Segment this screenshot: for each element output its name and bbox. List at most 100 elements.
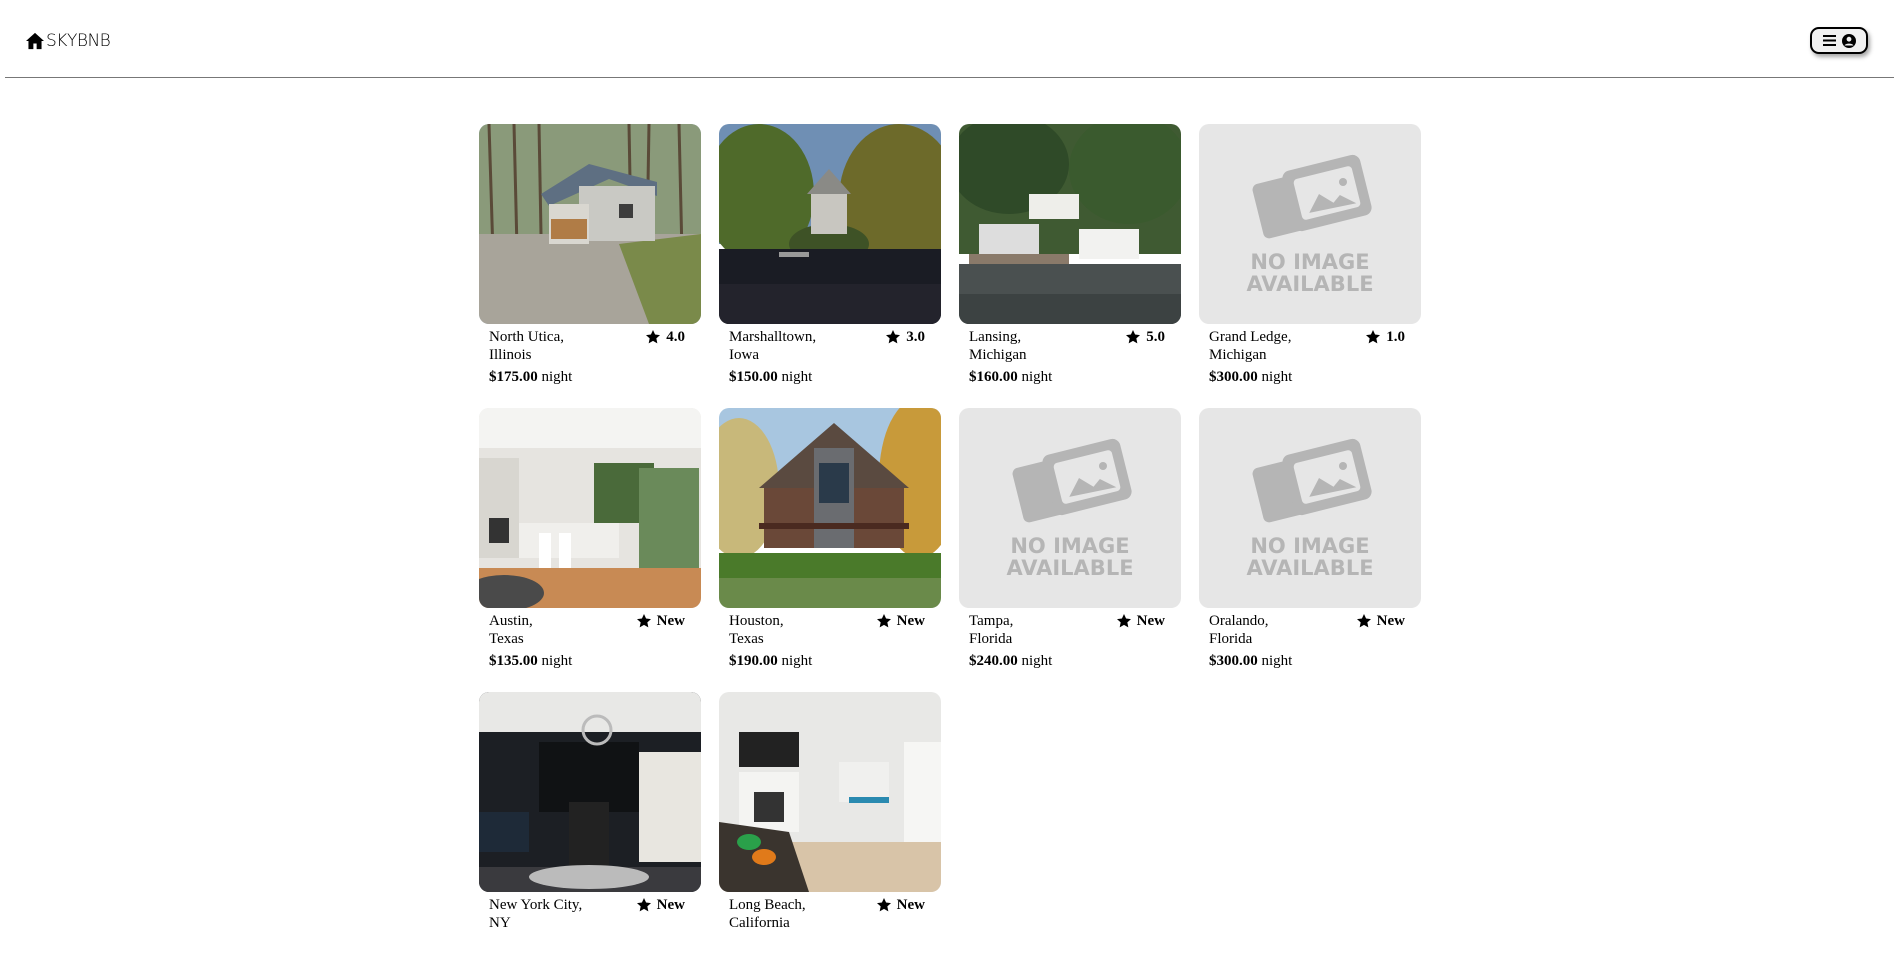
listing-city: Oralando, (1209, 613, 1269, 629)
listing-rating: New (1356, 612, 1405, 630)
listing-image[interactable]: NO IMAGE AVAILABLE (1199, 408, 1421, 608)
listing-city: Houston, (729, 613, 784, 629)
listing-image[interactable] (479, 124, 701, 324)
listing-state: Texas (489, 631, 524, 647)
logo-text: SKYBNB (46, 31, 111, 51)
placeholder-line-2: AVAILABLE (1006, 556, 1133, 580)
listing-rating: New (636, 612, 685, 630)
listing-card[interactable]: New York City, NY New (479, 692, 701, 976)
placeholder-line-2: AVAILABLE (1246, 272, 1373, 296)
profile-menu-button[interactable] (1810, 27, 1868, 54)
listing-state: Florida (969, 631, 1013, 647)
star-icon (645, 329, 661, 345)
listing-image[interactable] (719, 692, 941, 892)
listing-state: Iowa (729, 347, 759, 363)
placeholder-line-1: NO IMAGE (1250, 534, 1369, 558)
listing-image[interactable] (479, 692, 701, 892)
listing-rating: New (876, 612, 925, 630)
listing-image[interactable] (719, 408, 941, 608)
rating-value: New (656, 897, 685, 913)
listing-state: California (729, 915, 790, 931)
listing-location: Tampa, Florida (969, 612, 1089, 648)
listing-price: $300.00 night (1209, 653, 1293, 669)
user-circle-icon (1841, 33, 1856, 48)
no-image-placeholder: NO IMAGE AVAILABLE (959, 408, 1181, 608)
listing-card[interactable]: NO IMAGE AVAILABLE Grand Ledge, Michigan… (1199, 124, 1421, 408)
listing-location: Grand Ledge, Michigan (1209, 328, 1329, 364)
listing-price: $175.00 night (489, 369, 573, 385)
listing-price: $135.00 night (489, 653, 573, 669)
listing-location: Long Beach, California (729, 896, 849, 932)
listing-image[interactable] (959, 124, 1181, 324)
listing-location: Oralando, Florida (1209, 612, 1329, 648)
listing-city: Grand Ledge, (1209, 329, 1292, 345)
listing-location: Austin, Texas (489, 612, 609, 648)
listing-state: Michigan (1209, 347, 1267, 363)
listing-price: $300.00 night (1209, 369, 1293, 385)
star-icon (636, 897, 652, 913)
no-image-placeholder: NO IMAGE AVAILABLE (1199, 408, 1421, 608)
rating-value: New (1376, 613, 1405, 629)
listing-city: Tampa, (969, 613, 1014, 629)
star-icon (1356, 613, 1372, 629)
listing-image[interactable] (719, 124, 941, 324)
listing-location: Marshalltown, Iowa (729, 328, 849, 364)
listing-city: Marshalltown, (729, 329, 817, 345)
placeholder-line-1: NO IMAGE (1250, 250, 1369, 274)
listing-rating: New (636, 896, 685, 914)
menu-icon (1822, 35, 1836, 46)
listing-card[interactable]: Lansing, Michigan 5.0 $160.00 night (959, 124, 1181, 408)
listing-card[interactable]: Long Beach, California New (719, 692, 941, 976)
star-icon (876, 897, 892, 913)
listing-price: $150.00 night (729, 369, 813, 385)
listing-state: Florida (1209, 631, 1253, 647)
listing-city: New York City, (489, 897, 583, 913)
listing-state: NY (489, 915, 511, 931)
rating-value: 5.0 (1146, 329, 1165, 345)
listing-card[interactable]: NO IMAGE AVAILABLE Tampa, Florida New $2… (959, 408, 1181, 692)
listing-card[interactable]: Marshalltown, Iowa 3.0 $150.00 night (719, 124, 941, 408)
listing-rating: New (876, 896, 925, 914)
listing-price: $240.00 night (969, 653, 1053, 669)
star-icon (885, 329, 901, 345)
listing-rating: New (1116, 612, 1165, 630)
top-navbar: SKYBNB (5, 0, 1894, 78)
rating-value: 1.0 (1386, 329, 1405, 345)
listing-state: Michigan (969, 347, 1027, 363)
listing-state: Illinois (489, 347, 532, 363)
listing-image[interactable] (479, 408, 701, 608)
listing-card[interactable]: North Utica, Illinois 4.0 $175.00 night (479, 124, 701, 408)
star-icon (1116, 613, 1132, 629)
rating-value: New (896, 613, 925, 629)
listing-city: North Utica, (489, 329, 564, 345)
listing-card[interactable]: NO IMAGE AVAILABLE Oralando, Florida New… (1199, 408, 1421, 692)
listing-card[interactable]: Austin, Texas New $135.00 night (479, 408, 701, 692)
listing-city: Lansing, (969, 329, 1022, 345)
listing-city: Long Beach, (729, 897, 806, 913)
listing-city: Austin, (489, 613, 533, 629)
rating-value: New (896, 897, 925, 913)
listing-rating: 1.0 (1365, 328, 1405, 346)
listing-price: $190.00 night (729, 653, 813, 669)
rating-value: 4.0 (666, 329, 685, 345)
listing-rating: 4.0 (645, 328, 685, 346)
rating-value: 3.0 (906, 329, 925, 345)
listing-state: Texas (729, 631, 764, 647)
listing-image[interactable]: NO IMAGE AVAILABLE (959, 408, 1181, 608)
listing-image[interactable]: NO IMAGE AVAILABLE (1199, 124, 1421, 324)
placeholder-line-2: AVAILABLE (1246, 556, 1373, 580)
placeholder-line-1: NO IMAGE (1010, 534, 1129, 558)
listing-price: $160.00 night (969, 369, 1053, 385)
listing-location: Lansing, Michigan (969, 328, 1089, 364)
no-image-placeholder: NO IMAGE AVAILABLE (1199, 124, 1421, 324)
skybnb-logo[interactable]: SKYBNB (25, 31, 111, 51)
listing-location: North Utica, Illinois (489, 328, 609, 364)
listings-grid: North Utica, Illinois 4.0 $175.00 night … (479, 124, 1424, 976)
star-icon (1125, 329, 1141, 345)
listing-card[interactable]: Houston, Texas New $190.00 night (719, 408, 941, 692)
rating-value: New (656, 613, 685, 629)
listing-rating: 3.0 (885, 328, 925, 346)
star-icon (636, 613, 652, 629)
listing-location: Houston, Texas (729, 612, 849, 648)
rating-value: New (1136, 613, 1165, 629)
